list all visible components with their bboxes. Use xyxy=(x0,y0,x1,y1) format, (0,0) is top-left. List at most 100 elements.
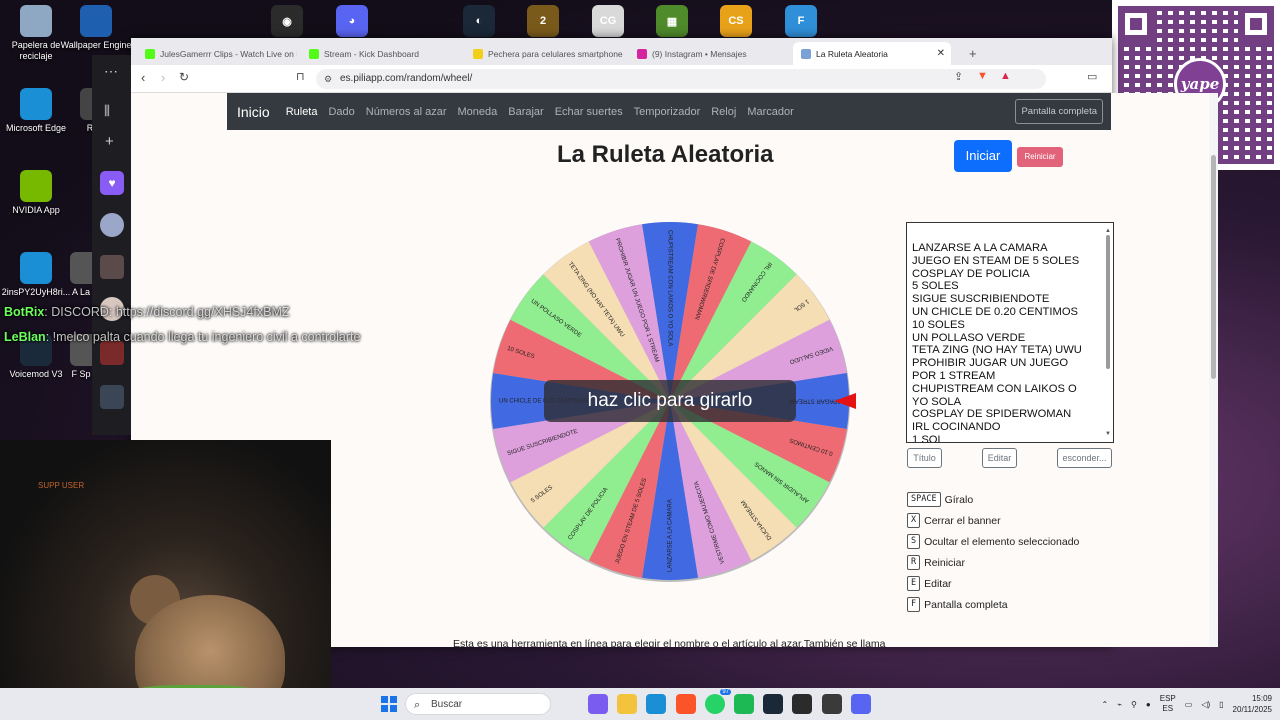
browser-tab[interactable]: Pechera para celulares smartphone o xyxy=(465,42,625,65)
forward-icon[interactable]: › xyxy=(161,70,165,85)
scroll-thumb[interactable] xyxy=(1106,235,1110,369)
brave-shield-icon[interactable]: ▼ xyxy=(977,70,988,82)
roulette-wheel[interactable]: CHUPISTREAM CON LAIKOS O YO SOLA COSPLAY … xyxy=(489,220,851,582)
steam-icon[interactable]: ◐ xyxy=(463,5,495,37)
game-icon[interactable]: 2 xyxy=(527,5,559,37)
spotify-icon[interactable] xyxy=(734,694,754,714)
browser-tab[interactable]: JulesGamerrr Clips - Watch Live on K xyxy=(137,42,297,65)
obs-icon[interactable] xyxy=(792,694,812,714)
webcam-feed: SUPP USER xyxy=(0,440,331,720)
fortnite-icon[interactable]: F xyxy=(785,5,817,37)
browser-tab[interactable]: (9) Instagram • Mensajes xyxy=(629,42,789,65)
obs-icon[interactable]: ◉ xyxy=(271,5,303,37)
title-button[interactable]: Título xyxy=(907,448,942,468)
windows-start-icon[interactable] xyxy=(381,696,397,712)
new-tab-icon[interactable]: + xyxy=(961,42,981,65)
game-bar-icon[interactable] xyxy=(822,694,842,714)
page-scroll-thumb[interactable] xyxy=(1211,155,1216,379)
desktop-icon[interactable]: A La xyxy=(70,252,102,298)
edge-icon[interactable] xyxy=(646,694,666,714)
nav-item-temporizador[interactable]: Temporizador xyxy=(634,106,701,118)
desktop-icon[interactable]: Wallpaper Engine xyxy=(60,5,132,51)
taskbar-search[interactable]: ⌕ Buscar xyxy=(405,693,551,715)
whatsapp-icon[interactable]: 97 xyxy=(705,689,731,714)
scroll-down-icon[interactable]: ▼ xyxy=(1105,428,1111,441)
file-explorer-icon[interactable] xyxy=(617,694,637,714)
url-field[interactable]: ⚙ es.piliapp.com/random/wheel/ xyxy=(316,69,1046,89)
counter-strike-icon[interactable]: CS xyxy=(720,5,752,37)
nav-item-números-al-azar[interactable]: Números al azar xyxy=(366,106,447,118)
nav-item-reloj[interactable]: Reloj xyxy=(711,106,736,118)
bookmark-icon[interactable]: ⊓ xyxy=(296,70,305,83)
wheel-pointer xyxy=(834,393,856,409)
shortcut-label: Gíralo xyxy=(944,493,974,506)
site-brand[interactable]: Inicio xyxy=(237,104,270,120)
discord-icon[interactable] xyxy=(851,694,871,714)
desktop-icon-label: 2insPY2UyH8ri... xyxy=(1,287,71,297)
desktop-icon[interactable]: NVIDIA App xyxy=(0,170,72,216)
shortcut-key: S xyxy=(907,534,921,549)
steam-icon[interactable] xyxy=(763,694,783,714)
shortcut-label: Pantalla completa xyxy=(924,598,1008,611)
browser-tab[interactable]: La Ruleta Aleatoria ✕ xyxy=(793,42,951,65)
more-icon[interactable]: ⋯ xyxy=(104,63,118,80)
option-line: 10 SOLES xyxy=(912,318,965,331)
start-button[interactable]: Iniciar xyxy=(954,140,1012,172)
shortcut-key: E xyxy=(907,576,921,591)
nav-item-moneda[interactable]: Moneda xyxy=(457,106,497,118)
description-text: Esta es una herramienta en línea para el… xyxy=(453,638,886,647)
avatar[interactable] xyxy=(100,213,124,237)
sidebar-toggle-icon[interactable]: ▭ xyxy=(1087,70,1097,83)
hide-button[interactable]: esconder... xyxy=(1057,448,1112,468)
microphone-icon[interactable]: ● xyxy=(1146,700,1151,709)
desktop-icon-label: Wallpaper Engine xyxy=(60,40,132,50)
desktop-icon[interactable]: 2insPY2UyH8ri... xyxy=(0,252,72,298)
usb-icon[interactable]: ⚲ xyxy=(1131,700,1137,709)
chevron-up-icon[interactable]: ⌃ xyxy=(1102,700,1109,709)
nav-item-barajar[interactable]: Barajar xyxy=(508,106,543,118)
brave-rewards-icon[interactable]: ▲ xyxy=(1000,70,1011,82)
options-textarea[interactable]: LANZARSE A LA CAMARA JUEGO EN STEAM DE 5 … xyxy=(906,222,1114,443)
thumbnail-icon[interactable] xyxy=(100,341,124,365)
clock[interactable]: 15:09 20/11/2025 xyxy=(1233,693,1272,715)
keyboard-layout: ES xyxy=(1162,704,1174,713)
brave-icon[interactable] xyxy=(676,694,696,714)
language-indicator[interactable]: ESP ES xyxy=(1160,694,1176,714)
nav-item-dado[interactable]: Dado xyxy=(328,106,354,118)
search-placeholder: Buscar xyxy=(431,699,463,710)
thumbnail-icon[interactable] xyxy=(100,385,124,409)
browser-tab[interactable]: Stream - Kick Dashboard xyxy=(301,42,461,65)
minecraft-icon[interactable]: ▦ xyxy=(656,5,688,37)
volume-icon[interactable]: ◁) xyxy=(1201,700,1210,709)
options-scrollbar[interactable]: ▲ ▼ xyxy=(1104,225,1112,441)
display-icon[interactable]: ▭ xyxy=(1185,700,1193,709)
site-info-icon[interactable]: ⚙ xyxy=(324,69,332,89)
back-icon[interactable]: ‹ xyxy=(141,70,145,85)
tab-favicon-icon xyxy=(473,48,483,59)
shortcut-label: Reiniciar xyxy=(924,556,965,569)
edit-button[interactable]: Editar xyxy=(982,448,1017,468)
network-icon[interactable]: ⌁ xyxy=(1117,700,1122,709)
nav-item-marcador[interactable]: Marcador xyxy=(747,106,793,118)
options-list: LANZARSE A LA CAMARA JUEGO EN STEAM DE 5 … xyxy=(912,242,1109,442)
reload-icon[interactable]: ↻ xyxy=(179,70,189,84)
nav-item-echar-suertes[interactable]: Echar suertes xyxy=(555,106,623,118)
fullscreen-button[interactable]: Pantalla completa xyxy=(1015,99,1103,124)
heart-icon[interactable]: ♥ xyxy=(100,171,124,195)
nav-item-ruleta[interactable]: Ruleta xyxy=(286,106,318,118)
copilot-icon[interactable] xyxy=(588,694,608,714)
add-icon[interactable]: + xyxy=(105,133,114,150)
page-scrollbar[interactable] xyxy=(1209,93,1218,647)
share-icon[interactable]: ⇪ xyxy=(954,70,963,83)
discord-icon[interactable]: ◕ xyxy=(336,5,368,37)
shortcut-row: E Editar xyxy=(907,576,952,591)
close-icon[interactable]: ✕ xyxy=(937,48,945,59)
library-icon[interactable]: ⫼ xyxy=(104,103,110,119)
battery-icon[interactable]: ▯ xyxy=(1219,700,1223,709)
qr-corner xyxy=(1118,6,1154,42)
option-line: COSPLAY DE SPIDERWOMAN xyxy=(912,408,1072,421)
thumbnail-icon[interactable] xyxy=(100,255,124,279)
crab-game-icon[interactable]: CG xyxy=(592,5,624,37)
spin-prompt[interactable]: haz clic para girarlo xyxy=(544,380,796,422)
reset-button[interactable]: Reiniciar xyxy=(1017,147,1063,167)
